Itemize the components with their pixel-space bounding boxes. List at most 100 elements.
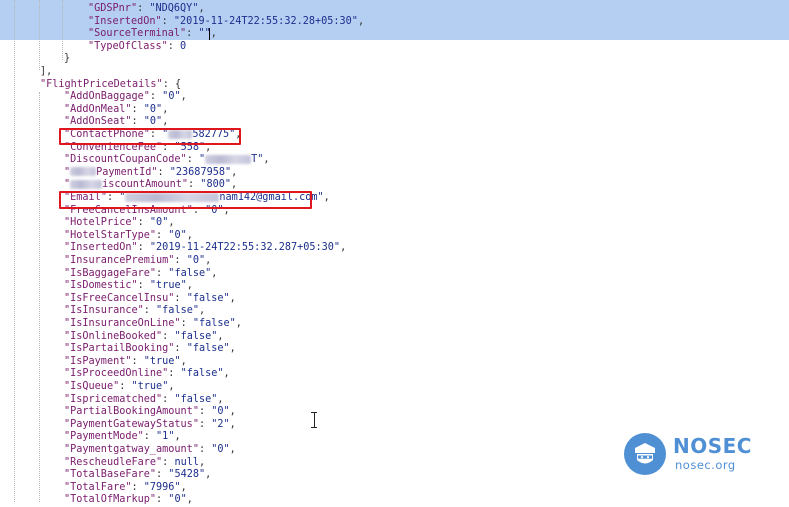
json-key: PaymentId <box>96 166 152 178</box>
indent-guide <box>14 0 15 502</box>
code-line: "AddOnMeal": "0", <box>64 104 168 117</box>
json-key: IsProceedOnline <box>70 368 163 380</box>
code-line: "IsProceedOnline": "false", <box>64 368 230 381</box>
json-key: Paymentgatway_amount <box>70 444 193 455</box>
code-line: "HotelPrice": "0", <box>64 217 174 230</box>
json-key: TotalOfMarkup <box>70 494 150 506</box>
contact-phone-highlight-box <box>59 128 241 145</box>
comma: , <box>205 469 212 481</box>
colon: : <box>167 40 181 52</box>
json-value: false <box>192 343 224 355</box>
json-key: IsQueue <box>70 381 114 392</box>
colon: : <box>137 217 150 229</box>
colon: : <box>157 166 170 178</box>
json-value: 2019-11-24T22:55:32.28+05:30 <box>180 15 352 27</box>
comma: , <box>235 318 242 329</box>
json-key: TotalBaseFare <box>70 469 150 481</box>
comma: , <box>357 15 365 27</box>
json-key: AddOnBaggage <box>70 91 144 103</box>
mouse-ibeam-cursor <box>310 412 318 428</box>
code-line: "DiscountCoupanCode": " T", <box>64 154 270 167</box>
comma: , <box>229 418 236 430</box>
json-key: IsFreeCancelInsu <box>70 292 169 304</box>
code-line: "InsertedOn": "2019-11-24T22:55:32.287+0… <box>64 242 346 255</box>
json-key: PartialBookingAmount <box>70 406 193 418</box>
comma: , <box>229 292 236 304</box>
colon: : <box>156 229 169 241</box>
json-key: GDSPnr <box>94 3 131 14</box>
comma: , <box>205 255 212 266</box>
colon: : <box>119 381 132 392</box>
json-value: false <box>162 305 193 317</box>
comma: , <box>198 305 206 317</box>
comma: , <box>198 3 205 14</box>
code-line: "PartialBookingAmount": "0", <box>64 406 236 419</box>
redacted-blur <box>70 167 97 177</box>
comma: , <box>211 267 218 279</box>
code-line: "IsPayment": "true", <box>64 356 187 369</box>
comma: , <box>223 368 230 380</box>
code-line: "InsurancePremium": "0", <box>64 255 211 268</box>
code-line: } <box>64 53 70 66</box>
code-line: "PaymentGatewayStatus": "2", <box>64 419 236 432</box>
code-line: "IsDomestic": "true", <box>64 280 193 293</box>
json-key: TotalFare <box>70 481 126 493</box>
json-key: HotelPrice <box>70 217 132 229</box>
comma: , <box>231 166 238 178</box>
code-line: "IsQueue": "true", <box>64 381 174 394</box>
colon: : <box>162 456 175 468</box>
json-value: true <box>156 280 181 292</box>
email-highlight-box <box>59 191 312 209</box>
comma: , <box>229 444 236 455</box>
code-line: "IsOnlineBooked": "false", <box>64 331 224 344</box>
comma: , <box>162 116 169 128</box>
comma: , <box>180 91 187 103</box>
comma: , <box>217 393 224 405</box>
colon: : <box>131 355 144 367</box>
colon: : <box>143 305 157 317</box>
comma: , <box>323 192 330 203</box>
colon: : <box>174 255 187 266</box>
comma: , <box>186 494 193 506</box>
colon: : <box>143 431 157 443</box>
json-value: 2019-11-24T22:55:32.287+05:30 <box>156 242 334 254</box>
json-key: DiscountCoupanCode <box>70 154 181 166</box>
colon: : <box>174 292 187 304</box>
comma: , <box>340 242 347 254</box>
json-value: true <box>149 355 175 367</box>
json-value: null <box>174 456 199 468</box>
text-cursor <box>209 28 210 40</box>
json-value: false <box>174 267 206 279</box>
colon: : <box>188 179 201 191</box>
json-key: IsPartailBooking <box>70 343 169 355</box>
code-line: "TypeOfClass": 0 <box>88 41 186 54</box>
comma: , <box>186 229 193 241</box>
json-key: SourceTerminal <box>94 28 181 40</box>
json-key: TypeOfClass <box>94 40 162 52</box>
code-line: "Ispricematched": "false", <box>64 394 224 407</box>
code-line: "IsInsurance": "false", <box>64 305 205 318</box>
json-key: InsertedOn <box>94 15 156 27</box>
json-value: NDQ6QY <box>155 3 193 14</box>
logo-brand-text: NOSEC <box>673 434 752 458</box>
colon: : <box>180 318 193 329</box>
code-line: "IsFreeCancelInsu": "false", <box>64 293 236 306</box>
comma: , <box>229 406 236 418</box>
json-key: IsOnlineBooked <box>70 330 157 342</box>
nosec-logo-icon <box>624 433 666 475</box>
json-value: false <box>180 330 212 342</box>
colon: : <box>137 280 150 292</box>
colon: : <box>198 444 212 455</box>
code-line: "IsPartailBooking": "false", <box>64 343 236 356</box>
colon: : <box>168 368 181 380</box>
colon: : <box>162 393 175 405</box>
code-line: "IsBaggageFare": "false", <box>64 268 217 281</box>
comma: , <box>210 28 217 40</box>
code-line: "InsertedOn": "2019-11-24T22:55:32.28+05… <box>88 16 364 29</box>
redacted-blur <box>70 179 103 189</box>
json-key: AddOnSeat <box>70 116 126 128</box>
json-key: InsurancePremium <box>70 255 169 266</box>
json-key: InsertedOn <box>70 242 132 254</box>
json-value: 7996 <box>149 481 175 493</box>
colon: : <box>161 15 174 27</box>
